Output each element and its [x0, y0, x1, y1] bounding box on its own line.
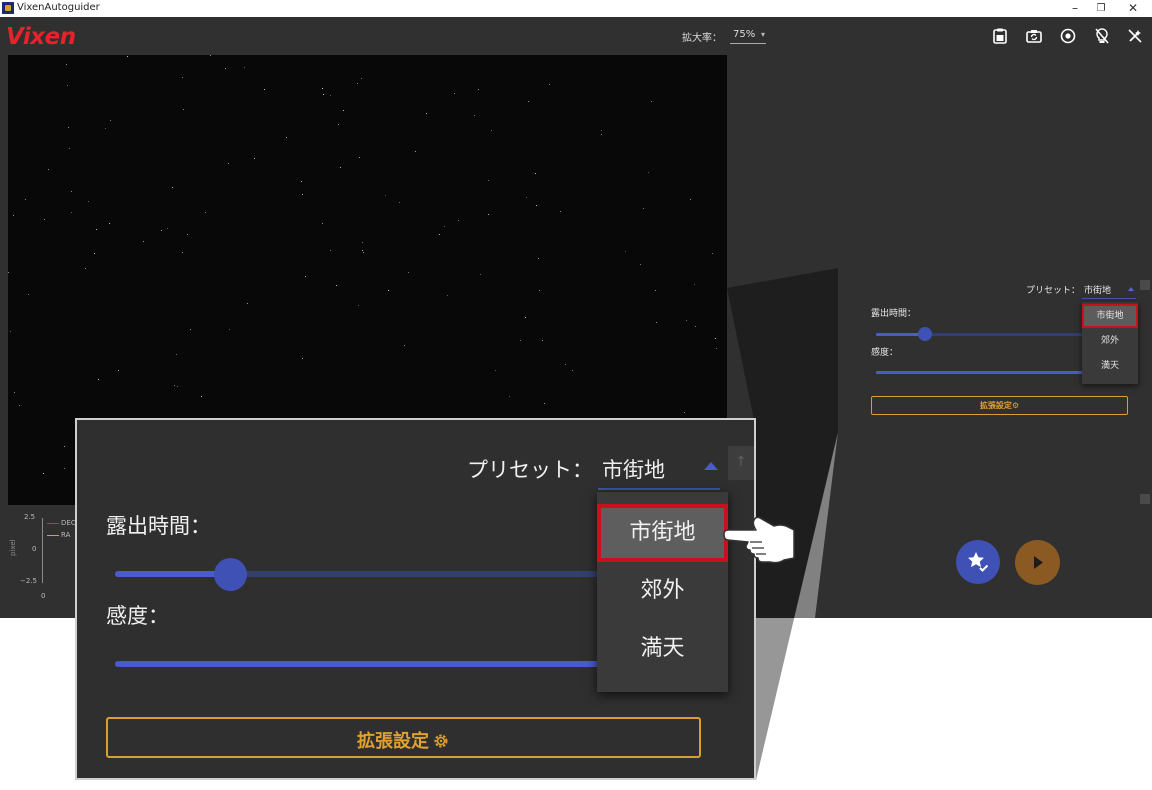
zoomed-preset-option-starry[interactable]: 満天: [597, 620, 728, 678]
zoomed-exposure-slider-thumb[interactable]: [214, 558, 247, 591]
zoomed-sensitivity-label: 感度：: [106, 604, 169, 628]
zoomed-preset-label: プリセット：: [467, 458, 593, 482]
zoomed-preset-option-suburb[interactable]: 郊外: [597, 562, 728, 620]
zoomed-exposure-label: 露出時間：: [106, 514, 211, 538]
zoomed-preset-select[interactable]: 市街地: [598, 448, 720, 490]
zoomed-scroll-up-button[interactable]: ↑: [728, 446, 754, 480]
zoomed-advanced-settings-label: 拡張設定: [357, 731, 429, 752]
zoomed-settings-panel: プリセット： 市街地 ↑ 露出時間： 感度： 拡張設定 市街地 郊外 満天: [75, 418, 756, 780]
zoomed-preset-value: 市街地: [602, 458, 665, 482]
zoomed-preset-dropdown-menu: 市街地 郊外 満天: [597, 492, 728, 692]
zoomed-sensitivity-slider[interactable]: [115, 661, 635, 667]
zoomed-preset-option-city[interactable]: 市街地: [597, 504, 728, 562]
chevron-up-icon: [704, 462, 718, 470]
zoomed-advanced-settings-button[interactable]: 拡張設定: [106, 717, 701, 758]
pointing-hand-icon: [723, 516, 795, 564]
gear-icon: [434, 734, 448, 748]
arrow-up-icon: ↑: [735, 454, 747, 470]
